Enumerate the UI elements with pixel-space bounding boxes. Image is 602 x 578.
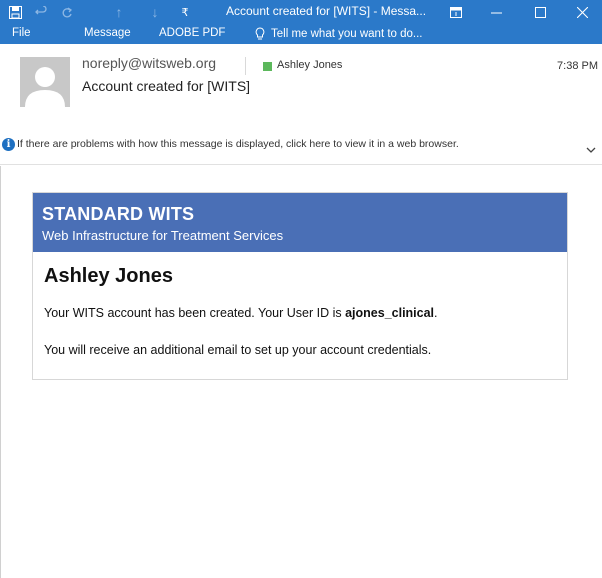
credentials-message: You will receive an additional email to … <box>44 343 432 357</box>
recipient-heading: Ashley Jones <box>44 265 173 287</box>
presence-icon <box>263 62 272 71</box>
close-icon[interactable] <box>562 0 602 24</box>
message-header: noreply@witsweb.org Ashley Jones 7:38 PM… <box>0 44 602 166</box>
tell-me-search[interactable]: Tell me what you want to do... <box>255 27 423 40</box>
tab-file[interactable]: File <box>12 27 31 39</box>
brand-title: STANDARD WITS <box>42 204 195 224</box>
received-time: 7:38 PM <box>557 60 598 72</box>
restore-ribbon-icon[interactable] <box>436 0 476 24</box>
reading-pane-border <box>0 166 1 578</box>
user-id: ajones_clinical <box>345 306 435 320</box>
info-icon: i <box>2 138 15 151</box>
recipient-name[interactable]: Ashley Jones <box>277 59 342 71</box>
header-separator <box>245 57 246 75</box>
view-in-browser-notice[interactable]: If there are problems with how this mess… <box>17 138 459 150</box>
tab-adobe-pdf[interactable]: ADOBE PDF <box>159 27 225 39</box>
minimize-icon[interactable] <box>476 0 516 24</box>
card-header: STANDARD WITS Web Infrastructure for Tre… <box>33 193 567 252</box>
up-icon[interactable]: ↑ <box>112 4 126 20</box>
sender-avatar <box>20 57 70 107</box>
message-subject: Account created for [WITS] <box>82 78 251 94</box>
redo-icon[interactable] <box>58 4 76 20</box>
maximize-icon[interactable] <box>520 0 560 24</box>
ribbon-tabs: File Message ADOBE PDF Tell me what you … <box>0 24 602 44</box>
title-bar: ↑ ↓ ₹ Account created for [WITS] - Messa… <box>0 0 602 44</box>
brand-tagline: Web Infrastructure for Treatment Service… <box>42 228 284 243</box>
header-divider <box>0 164 602 165</box>
tab-message[interactable]: Message <box>84 27 131 39</box>
message-prefix: Your WITS account has been created. Your… <box>44 306 346 320</box>
account-created-message: Your WITS account has been created. Your… <box>44 306 438 320</box>
undo-icon[interactable] <box>32 4 50 20</box>
chevron-down-icon[interactable] <box>584 143 598 157</box>
person-icon <box>20 57 70 107</box>
quick-access-toolbar: ↑ ↓ ₹ Account created for [WITS] - Messa… <box>0 0 602 24</box>
lightbulb-icon <box>255 27 265 40</box>
message-suffix: . <box>434 306 438 320</box>
customize-icon[interactable]: ₹ <box>178 4 192 20</box>
sender-address: noreply@witsweb.org <box>82 55 217 71</box>
window-title: Account created for [WITS] - Messa... <box>226 4 427 18</box>
tell-me-label: Tell me what you want to do... <box>271 27 423 40</box>
save-icon[interactable] <box>6 4 24 20</box>
down-icon[interactable]: ↓ <box>148 4 162 20</box>
email-card: STANDARD WITS Web Infrastructure for Tre… <box>32 192 568 380</box>
